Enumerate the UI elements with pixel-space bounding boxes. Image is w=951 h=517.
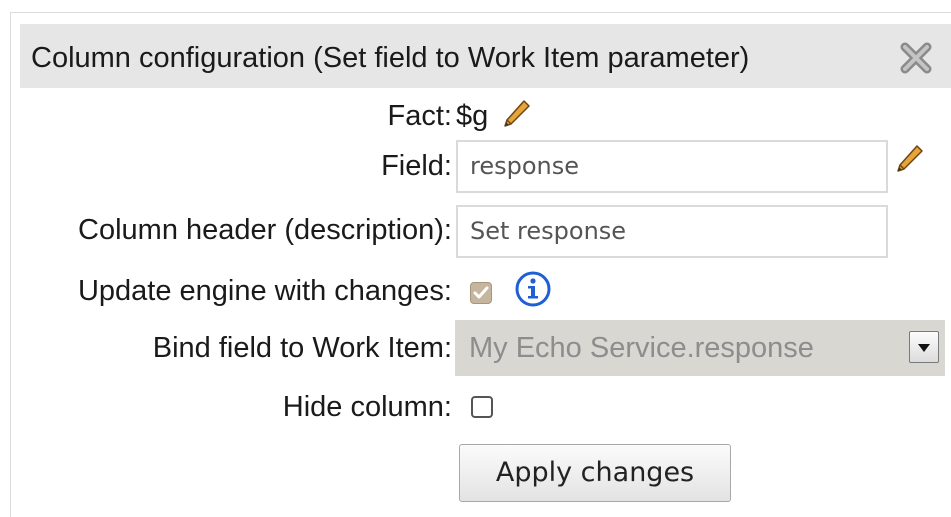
bind-field-selected-value: My Echo Service.response bbox=[469, 332, 814, 364]
dropdown-arrow-icon[interactable] bbox=[909, 331, 939, 363]
update-engine-checkbox[interactable] bbox=[470, 282, 492, 304]
fact-value: $g bbox=[456, 100, 489, 132]
dialog-title: Column configuration (Set field to Work … bbox=[31, 42, 750, 74]
close-icon[interactable] bbox=[895, 37, 937, 79]
bind-field-label: Bind field to Work Item: bbox=[152, 332, 452, 364]
hide-column-checkbox[interactable] bbox=[471, 396, 493, 418]
info-icon[interactable] bbox=[514, 270, 552, 308]
pencil-icon[interactable] bbox=[500, 98, 532, 130]
field-input[interactable]: response bbox=[456, 140, 888, 193]
update-engine-label: Update engine with changes: bbox=[77, 275, 452, 307]
field-label: Field: bbox=[381, 150, 452, 182]
hide-column-label: Hide column: bbox=[282, 391, 452, 423]
fact-label: Fact: bbox=[387, 100, 452, 132]
bind-field-select[interactable]: My Echo Service.response bbox=[455, 320, 945, 376]
pencil-icon[interactable] bbox=[893, 143, 925, 175]
column-header-label: Column header (description): bbox=[78, 214, 452, 246]
column-header-input[interactable]: Set response bbox=[456, 205, 888, 258]
apply-changes-button[interactable]: Apply changes bbox=[459, 444, 731, 502]
